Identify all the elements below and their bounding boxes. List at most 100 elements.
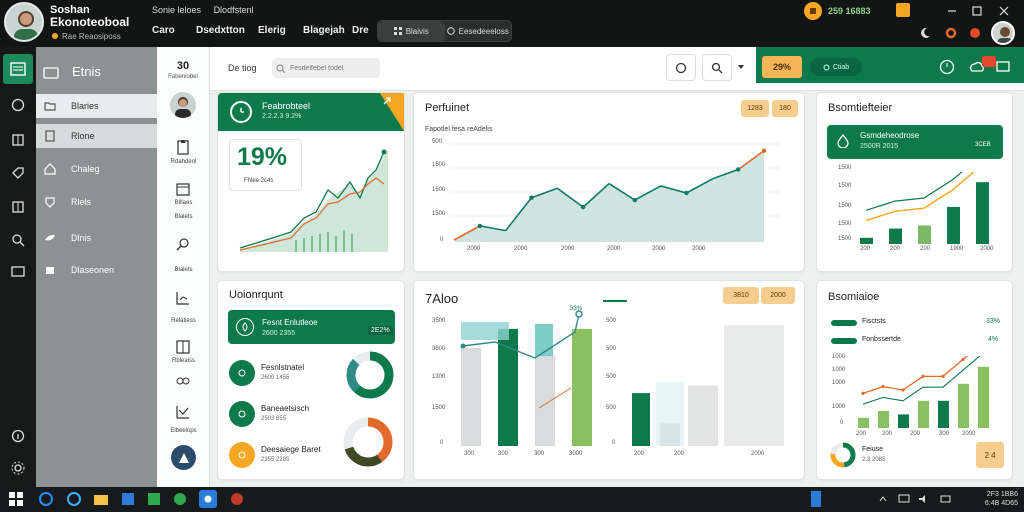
- search-input[interactable]: [290, 64, 370, 72]
- app-green-icon[interactable]: [146, 491, 162, 507]
- sidebar-item-2[interactable]: Rlone: [36, 124, 157, 148]
- chat-icon[interactable]: [7, 94, 29, 116]
- link-icon[interactable]: [174, 372, 192, 390]
- quick-item-6-label: Elbeelops: [170, 428, 197, 434]
- segment-2[interactable]: Eesedeeeloss: [445, 21, 512, 41]
- building-icon[interactable]: [7, 128, 29, 150]
- volume-icon[interactable]: [916, 491, 932, 507]
- restore-icon[interactable]: [970, 4, 984, 18]
- summary-bar: [976, 182, 989, 244]
- menu-item-4[interactable]: Blagejah: [303, 25, 345, 36]
- perf-x-tick-2: 2000: [514, 246, 528, 252]
- bars-right-overlay: [656, 382, 684, 446]
- start-icon[interactable]: [8, 491, 24, 507]
- bars-left-highlight-2: [535, 324, 553, 356]
- kpi-title: Feabrobteel: [262, 101, 311, 111]
- close-icon[interactable]: [997, 4, 1011, 18]
- moon-icon[interactable]: [918, 26, 932, 40]
- sum-x-tick-2: 200: [890, 246, 901, 252]
- settings-icon[interactable]: [944, 26, 958, 40]
- asset-item-1-sub: 2600 1455: [261, 375, 290, 381]
- settings-rail-icon[interactable]: [7, 457, 29, 479]
- monitor-icon[interactable]: [7, 261, 29, 283]
- sum-x-tick-4: 1900: [950, 246, 964, 252]
- calendar-icon[interactable]: [174, 180, 192, 198]
- message-icon[interactable]: [994, 58, 1012, 76]
- document-icon[interactable]: [174, 338, 192, 356]
- refresh-button[interactable]: [666, 54, 696, 81]
- sidebar-item-6[interactable]: Dlaseonen: [36, 258, 157, 282]
- bars-x-tick-1: 300: [464, 451, 475, 457]
- dashboard-icon[interactable]: [3, 54, 33, 84]
- chevron-up-icon[interactable]: [875, 491, 891, 507]
- taskbar-clock[interactable]: 2F3 1BB6 6:4B 4D65: [960, 490, 1018, 508]
- edge-icon[interactable]: [38, 491, 54, 507]
- trend-icon[interactable]: [174, 403, 192, 421]
- bars-tag-1[interactable]: 3810: [723, 287, 759, 304]
- sidebar-item-4[interactable]: Rlels: [36, 190, 157, 214]
- chart-icon[interactable]: [174, 289, 192, 307]
- menu-item-2[interactable]: Dsedxtton: [196, 25, 245, 36]
- browser-icon[interactable]: [66, 491, 82, 507]
- business-bar: [958, 383, 969, 428]
- globe-icon: [446, 27, 455, 35]
- layers-icon: [42, 66, 60, 80]
- menu-item-5[interactable]: Dre: [352, 25, 369, 36]
- clock-date: 6:4B 4D65: [984, 500, 1018, 507]
- sidebar-item-1[interactable]: Blaries: [36, 94, 157, 118]
- search-icon[interactable]: [174, 235, 192, 253]
- search-icon[interactable]: [7, 229, 29, 251]
- clock-icon[interactable]: [938, 58, 956, 76]
- book-icon[interactable]: [7, 196, 29, 218]
- segment-1-label: Blaivis: [405, 26, 429, 36]
- grid-icon: [393, 27, 402, 35]
- performance-tag-2[interactable]: 180: [772, 100, 798, 117]
- bars-tag-2[interactable]: 2000: [761, 287, 795, 304]
- store-icon[interactable]: [120, 491, 136, 507]
- chevron-down-icon[interactable]: [736, 62, 746, 72]
- biz-y-tick-3: 1000: [832, 380, 846, 386]
- media-icon[interactable]: [229, 491, 245, 507]
- minimize-icon[interactable]: [945, 4, 959, 18]
- segment-1[interactable]: Blaivis: [378, 21, 445, 41]
- perf-y-tick-2: 1600: [432, 162, 446, 168]
- tray-app-icon[interactable]: [811, 491, 821, 507]
- app-circle-icon[interactable]: [172, 491, 188, 507]
- active-app-icon[interactable]: [199, 490, 217, 508]
- perf-point: [580, 204, 586, 210]
- perf-x-tick-5: 2000: [652, 246, 666, 252]
- percent-badge[interactable]: 29%: [762, 56, 802, 78]
- tag-icon[interactable]: [7, 162, 29, 184]
- folder-icon[interactable]: [93, 491, 109, 507]
- user-avatar[interactable]: [991, 21, 1015, 45]
- battery-icon[interactable]: [938, 491, 954, 507]
- balance-readout: 259 16883: [828, 6, 871, 16]
- summary-line-2: [865, 172, 963, 211]
- contact-avatar[interactable]: [170, 92, 196, 118]
- folder-icon: [44, 101, 56, 111]
- search-field[interactable]: [272, 58, 380, 78]
- notification-icon[interactable]: [896, 3, 910, 17]
- kpi-sparkline-chart: [239, 149, 388, 252]
- network-icon[interactable]: [896, 491, 912, 507]
- sidebar-item-3[interactable]: Chaleg: [36, 157, 157, 181]
- profile-avatar[interactable]: [4, 2, 44, 42]
- strip-filter-button[interactable]: Ctiab: [810, 58, 862, 76]
- clipboard-icon[interactable]: [174, 138, 192, 156]
- perf-x-tick-6: 2000: [692, 246, 706, 252]
- business-bar: [898, 414, 909, 428]
- alert-icon[interactable]: [968, 26, 982, 40]
- menu-item-3[interactable]: Elerig: [258, 25, 286, 36]
- performance-tag-1[interactable]: 1283: [741, 100, 769, 117]
- info-icon[interactable]: [7, 425, 29, 447]
- breadcrumb[interactable]: De tiog: [228, 63, 257, 73]
- bird-icon: [44, 232, 56, 244]
- quick-item-2b-label: Blalets: [174, 214, 193, 220]
- menu-item-1[interactable]: Caro: [152, 25, 175, 36]
- search-button[interactable]: [702, 54, 732, 81]
- compass-icon[interactable]: [171, 445, 196, 470]
- sidebar-item-5[interactable]: Dlnis: [36, 226, 157, 250]
- asset-item-1-title: Fesnlstnatel: [261, 363, 305, 372]
- business-footer-tag[interactable]: 2 4: [976, 442, 1004, 468]
- quick-item-1-label: Rdahdenl: [170, 159, 197, 165]
